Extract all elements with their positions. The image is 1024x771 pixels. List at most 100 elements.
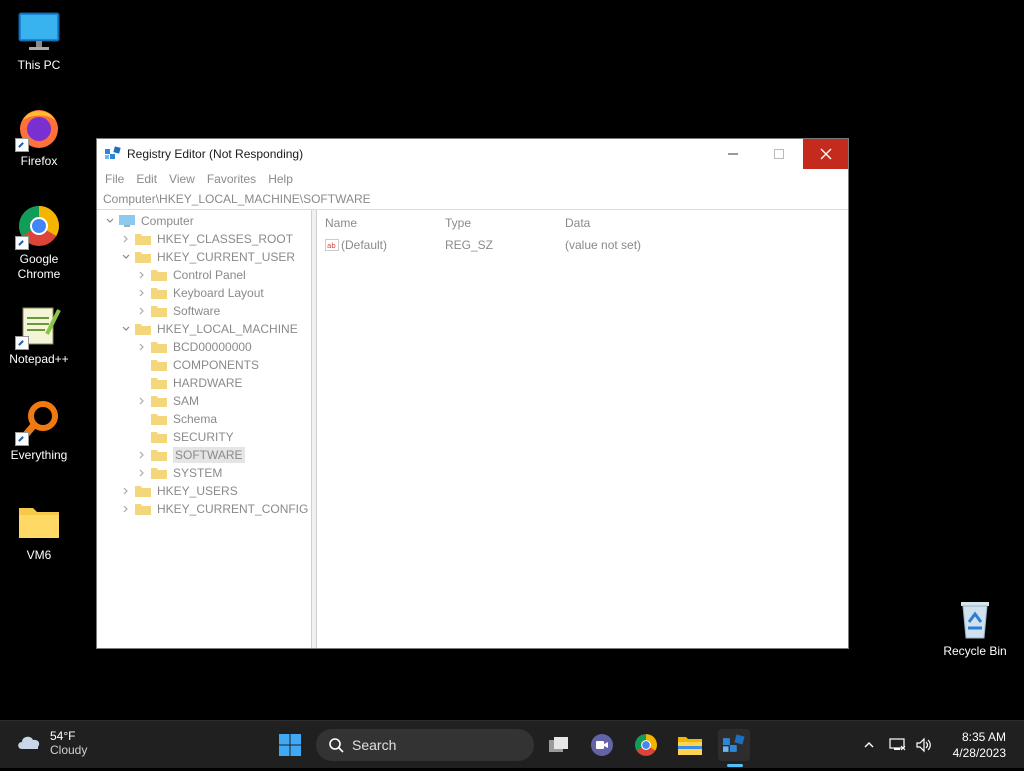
- volume-button[interactable]: [912, 729, 936, 761]
- weather-widget[interactable]: 54°F Cloudy: [16, 729, 87, 758]
- menu-favorites[interactable]: Favorites: [201, 172, 262, 186]
- teams-chat-button[interactable]: [586, 729, 618, 761]
- folder-icon: [151, 449, 167, 461]
- tree-item-components[interactable]: COMPONENTS: [137, 356, 259, 374]
- desktop-icon-recycle-bin[interactable]: Recycle Bin: [937, 596, 1013, 659]
- tree-item-hkey-current-config[interactable]: HKEY_CURRENT_CONFIG: [121, 500, 308, 518]
- minimize-button[interactable]: [710, 139, 756, 169]
- shortcut-arrow-icon: [15, 432, 29, 446]
- desktop-icon-label: Recycle Bin: [943, 644, 1007, 658]
- tree-item-computer[interactable]: Computer: [105, 212, 194, 230]
- chevron-right-icon[interactable]: [137, 306, 147, 316]
- chevron-right-icon[interactable]: [137, 450, 147, 460]
- chevron-right-icon[interactable]: [121, 486, 131, 496]
- tree-item-keyboard-layout[interactable]: Keyboard Layout: [137, 284, 264, 302]
- folder-icon: [135, 323, 151, 335]
- desktop-icon-everything[interactable]: Everything: [1, 400, 77, 463]
- start-button[interactable]: [274, 729, 306, 761]
- tree-item-hkey-current-user[interactable]: HKEY_CURRENT_USER: [121, 248, 295, 266]
- table-row[interactable]: ab (Default) REG_SZ (value not set): [317, 238, 848, 256]
- registry-editor-taskbar-button[interactable]: [718, 729, 750, 761]
- address-bar[interactable]: Computer\HKEY_LOCAL_MACHINE\SOFTWARE: [97, 189, 848, 210]
- chevron-placeholder: [137, 360, 147, 370]
- folder-icon: [17, 500, 61, 544]
- tree-item-hkey-local-machine[interactable]: HKEY_LOCAL_MACHINE: [121, 320, 298, 338]
- task-view-button[interactable]: [543, 729, 575, 761]
- values-list: Name Type Data ab (Default) REG_SZ (valu…: [317, 210, 848, 648]
- chevron-down-icon[interactable]: [121, 324, 131, 334]
- menu-file[interactable]: File: [99, 172, 130, 186]
- menu-bar: File Edit View Favorites Help: [97, 169, 848, 189]
- tree-item-hkey-classes-root[interactable]: HKEY_CLASSES_ROOT: [121, 230, 293, 248]
- task-view-icon: [549, 737, 568, 752]
- tree-item-bcd[interactable]: BCD00000000: [137, 338, 252, 356]
- speaker-icon: [916, 737, 931, 753]
- chevron-down-icon[interactable]: [105, 216, 115, 226]
- desktop-icon-chrome[interactable]: Google Chrome: [1, 204, 77, 282]
- chevron-right-icon[interactable]: [121, 234, 131, 244]
- chevron-down-icon[interactable]: [121, 252, 131, 262]
- shortcut-arrow-icon: [15, 336, 29, 350]
- string-value-icon: ab: [325, 239, 339, 254]
- desktop-icon-label: VM6: [26, 548, 52, 562]
- desktop-icon-this-pc[interactable]: This PC: [1, 10, 77, 73]
- computer-icon: [119, 215, 135, 227]
- column-header-name[interactable]: Name: [325, 216, 357, 230]
- chevron-right-icon[interactable]: [137, 288, 147, 298]
- menu-edit[interactable]: Edit: [130, 172, 163, 186]
- clock-time: 8:35 AM: [961, 730, 1006, 744]
- tree-item-sam[interactable]: SAM: [137, 392, 199, 410]
- maximize-button[interactable]: [756, 139, 802, 169]
- chrome-taskbar-button[interactable]: [630, 729, 662, 761]
- chevron-right-icon[interactable]: [137, 270, 147, 280]
- folder-icon: [151, 395, 167, 407]
- file-explorer-button[interactable]: [674, 729, 706, 761]
- folder-icon: [151, 467, 167, 479]
- column-header-data[interactable]: Data: [565, 216, 590, 230]
- show-hidden-icons-button[interactable]: [853, 729, 885, 761]
- menu-help[interactable]: Help: [262, 172, 299, 186]
- desktop-icon-vm6[interactable]: VM6: [1, 500, 77, 563]
- firefox-icon: [15, 106, 61, 152]
- address-text: Computer\HKEY_LOCAL_MACHINE\SOFTWARE: [103, 192, 371, 206]
- folder-icon: [151, 341, 167, 353]
- chevron-placeholder: [137, 432, 147, 442]
- tree-item-software-hkcu[interactable]: Software: [137, 302, 220, 320]
- desktop-icon-label: Notepad++: [9, 352, 69, 366]
- weather-description: Cloudy: [50, 743, 88, 757]
- search-label: Search: [352, 737, 397, 753]
- title-bar[interactable]: Registry Editor (Not Responding): [97, 139, 848, 169]
- desktop-icon-label: Everything: [10, 448, 68, 462]
- folder-icon: [151, 359, 167, 371]
- recycle-bin-icon: [953, 596, 997, 640]
- tree-item-system[interactable]: SYSTEM: [137, 464, 222, 482]
- chevron-right-icon[interactable]: [137, 342, 147, 352]
- maximize-icon: [774, 149, 784, 159]
- chevron-placeholder: [137, 378, 147, 388]
- tree-item-control-panel[interactable]: Control Panel: [137, 266, 246, 284]
- chevron-right-icon[interactable]: [137, 396, 147, 406]
- chevron-right-icon[interactable]: [137, 468, 147, 478]
- tree-item-security[interactable]: SECURITY: [137, 428, 234, 446]
- tree-item-schema[interactable]: Schema: [137, 410, 217, 428]
- network-button[interactable]: [886, 729, 910, 761]
- tree-item-hkey-users[interactable]: HKEY_USERS: [121, 482, 238, 500]
- desktop-icon-notepadpp[interactable]: Notepad++: [1, 304, 77, 367]
- editor-panes: Computer HKEY_CLASSES_ROOT HKEY_CURRENT_…: [97, 210, 848, 648]
- taskbar-search-box[interactable]: Search: [316, 729, 534, 761]
- menu-view[interactable]: View: [163, 172, 201, 186]
- everything-search-icon: [15, 400, 61, 446]
- chat-video-icon: [591, 734, 613, 756]
- close-button[interactable]: [803, 139, 848, 169]
- tree-item-hardware[interactable]: HARDWARE: [137, 374, 243, 392]
- folder-icon: [151, 431, 167, 443]
- chevron-right-icon[interactable]: [121, 504, 131, 514]
- tree-item-software-hklm[interactable]: SOFTWARE: [137, 446, 245, 464]
- desktop-icon-label: Firefox: [20, 154, 58, 168]
- column-header-type[interactable]: Type: [445, 216, 471, 230]
- clock[interactable]: 8:35 AM 4/28/2023: [953, 729, 1006, 761]
- value-name: (Default): [341, 238, 388, 252]
- weather-temperature: 54°F: [50, 729, 76, 743]
- network-icon: [889, 738, 906, 751]
- desktop-icon-firefox[interactable]: Firefox: [1, 106, 77, 169]
